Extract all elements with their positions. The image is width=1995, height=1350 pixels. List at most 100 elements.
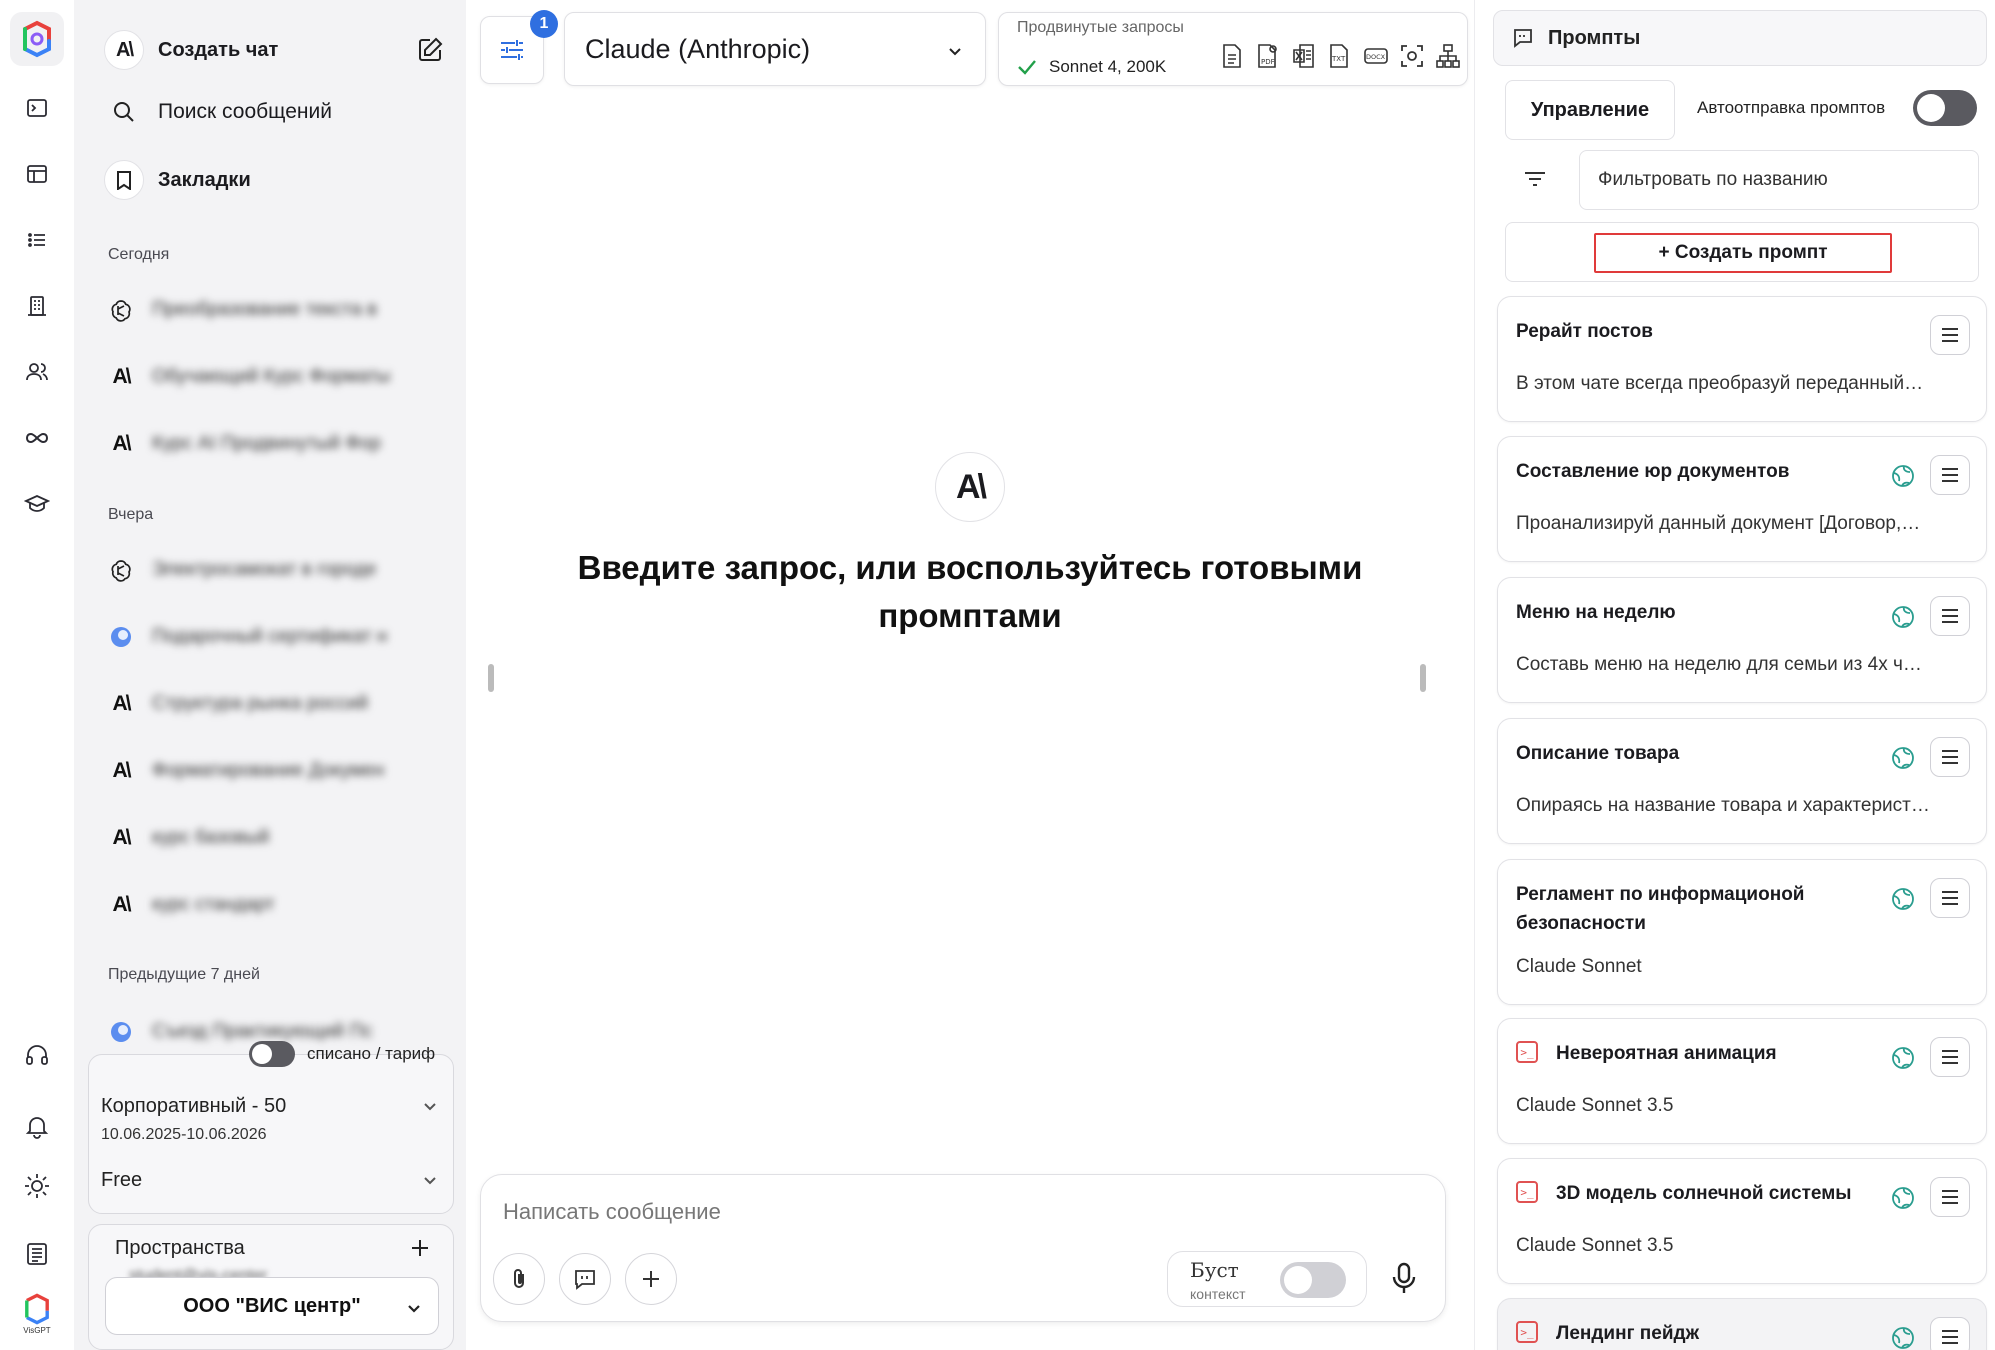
txt-icon[interactable]: TXT xyxy=(1327,43,1353,69)
prompt-menu-button[interactable] xyxy=(1930,596,1970,636)
section-prev7: Предыдущие 7 дней xyxy=(108,966,260,983)
boost-toggle[interactable] xyxy=(1280,1262,1346,1298)
building-icon[interactable] xyxy=(19,288,55,324)
attach-button[interactable] xyxy=(493,1253,545,1305)
anthropic-icon: A\ xyxy=(112,365,132,388)
yesterday-chat-item[interactable]: A\ курс базовый xyxy=(108,818,428,858)
edit-icon[interactable] xyxy=(416,36,444,64)
plan-dates: 10.06.2025-10.06.2026 xyxy=(101,1126,267,1143)
terminal-icon: >_ xyxy=(1516,1041,1538,1063)
excel-icon[interactable] xyxy=(1291,43,1317,69)
yesterday-chat-item[interactable]: A\ Структура рынка россий xyxy=(108,684,428,724)
tier-chevron-down-icon[interactable] xyxy=(421,1171,439,1189)
visgpt-logo-icon xyxy=(23,20,51,58)
chat-title: Съезд Практикующий Пс xyxy=(152,1021,373,1042)
filter-icon[interactable] xyxy=(1523,168,1547,190)
prompt-menu-button[interactable] xyxy=(1930,737,1970,777)
add-button[interactable] xyxy=(625,1253,677,1305)
prompts-panel: Промпты Управление Автоотправка промптов… xyxy=(1474,0,1995,1350)
chat-title: Курс AI Продвинутый Фор xyxy=(152,433,381,454)
create-prompt-button[interactable]: + Создать промпт xyxy=(1594,233,1892,273)
prompt-menu-button[interactable] xyxy=(1930,878,1970,918)
yesterday-chat-item[interactable]: Подарочный сертификат н xyxy=(108,617,428,657)
plan-name: Корпоративный - 50 xyxy=(101,1095,287,1117)
document-list-icon[interactable] xyxy=(19,1236,55,1272)
document-icon[interactable] xyxy=(1219,43,1245,69)
create-chat-row[interactable]: A\ Создать чат xyxy=(104,30,444,70)
add-space-plus-icon[interactable] xyxy=(409,1237,431,1259)
prompt-card[interactable]: >_ 3D модель солнечной системы Claude Sonn… xyxy=(1497,1158,1987,1284)
infinity-icon[interactable] xyxy=(19,420,55,456)
prompt-chat-icon xyxy=(1512,27,1534,49)
today-chat-item[interactable]: A\ Курс AI Продвинутый Фор xyxy=(108,424,428,464)
today-chat-item[interactable]: Преобразование текста в xyxy=(108,290,428,330)
prompt-menu-button[interactable] xyxy=(1930,455,1970,495)
quote-chat-icon xyxy=(573,1267,597,1291)
filter-input[interactable]: Фильтровать по названию xyxy=(1579,150,1979,210)
prompt-card[interactable]: >_ Невероятная анимация Claude Sonnet 3.5 xyxy=(1497,1018,1987,1144)
prompt-card[interactable]: Регламент по информационой безопасности C… xyxy=(1497,859,1987,1005)
right-resize-handle[interactable] xyxy=(1420,664,1426,692)
prompt-menu-button[interactable] xyxy=(1930,1177,1970,1217)
tariff-toggle[interactable] xyxy=(249,1041,295,1067)
boost-sub: контекст xyxy=(1190,1286,1246,1302)
message-input[interactable]: Написать сообщение xyxy=(503,1199,721,1225)
search-messages[interactable]: Поиск сообщений xyxy=(104,100,332,124)
headset-icon[interactable] xyxy=(19,1038,55,1074)
plan-box: списано / тариф Корпоративный - 50 10.06… xyxy=(88,1041,454,1214)
model-name: Claude (Anthropic) xyxy=(585,33,811,64)
yesterday-chat-item[interactable]: A\ Форматирование Докумен xyxy=(108,751,428,791)
advanced-value-row[interactable]: Sonnet 4, 200K xyxy=(1017,57,1166,77)
brand-mini[interactable]: VisGPT xyxy=(14,1292,60,1342)
terminal-icon[interactable] xyxy=(19,90,55,126)
screenshot-icon[interactable] xyxy=(1399,43,1425,69)
users-icon[interactable] xyxy=(19,354,55,390)
svg-text:PDF: PDF xyxy=(1261,58,1275,66)
sitemap-icon[interactable] xyxy=(1435,43,1461,69)
openai-icon xyxy=(108,558,134,582)
graduation-cap-icon[interactable] xyxy=(19,486,55,522)
app-logo[interactable] xyxy=(10,12,64,66)
org-select[interactable]: ООО "ВИС центр" xyxy=(105,1277,439,1335)
chat-title: Обучающий Курс Форматы xyxy=(152,366,391,387)
message-composer: Написать сообщение Буст контекст xyxy=(480,1174,1446,1322)
model-select[interactable]: Claude (Anthropic) xyxy=(564,12,986,86)
sun-icon[interactable] xyxy=(19,1168,55,1204)
prompt-menu-button[interactable] xyxy=(1930,1037,1970,1077)
bell-icon[interactable] xyxy=(19,1108,55,1144)
prompt-card[interactable]: Описание товара Опираясь на название това… xyxy=(1497,718,1987,844)
blue-circle-icon xyxy=(108,1020,134,1044)
list-icon[interactable] xyxy=(19,222,55,258)
prompt-card[interactable]: Составление юр документов Проанализируй д… xyxy=(1497,436,1987,562)
prompt-menu-button[interactable] xyxy=(1930,315,1970,355)
plan-chevron-down-icon[interactable] xyxy=(421,1097,439,1115)
yesterday-chat-item[interactable]: A\ курс стандарт xyxy=(108,885,428,925)
prompt-description: В этом чате всегда преобразуй переданный… xyxy=(1516,373,1924,394)
settings-badge: 1 xyxy=(530,10,558,38)
left-resize-handle[interactable] xyxy=(488,664,494,692)
bookmarks[interactable]: Закладки xyxy=(104,160,251,200)
prompt-title: 3D модель солнечной системы xyxy=(1556,1183,1852,1204)
yesterday-chat-item[interactable]: Электросамокат в городе xyxy=(108,550,428,590)
boost-context[interactable]: Буст контекст xyxy=(1167,1251,1367,1307)
plus-icon xyxy=(640,1268,662,1290)
svg-text:DOCX: DOCX xyxy=(1366,53,1386,61)
prompt-card[interactable]: >_ Лендинг пейдж xyxy=(1497,1298,1987,1350)
anthropic-icon: A\ xyxy=(112,692,132,715)
prompt-menu-button[interactable] xyxy=(1930,1317,1970,1350)
docx-icon[interactable]: DOCX xyxy=(1363,43,1389,69)
table-icon[interactable] xyxy=(19,156,55,192)
anthropic-icon: A\ xyxy=(112,893,132,916)
tariff-toggle-row[interactable]: списано / тариф xyxy=(249,1041,435,1067)
prompt-card[interactable]: Рерайт постов В этом чате всегда преобраз… xyxy=(1497,296,1987,422)
today-chat-item[interactable]: A\ Обучающий Курс Форматы xyxy=(108,357,428,397)
brand-small-label: VisGPT xyxy=(23,1326,51,1335)
prompts-button[interactable] xyxy=(559,1253,611,1305)
prompt-card[interactable]: Меню на неделю Составь меню на неделю для… xyxy=(1497,577,1987,703)
pdf-search-icon[interactable]: PDF xyxy=(1255,43,1281,69)
org-name: ООО "ВИС центр" xyxy=(183,1294,361,1317)
svg-text:TXT: TXT xyxy=(1331,55,1346,63)
manage-tab[interactable]: Управление xyxy=(1505,80,1675,140)
autosend-toggle[interactable] xyxy=(1913,90,1977,126)
microphone-icon[interactable] xyxy=(1389,1261,1419,1297)
